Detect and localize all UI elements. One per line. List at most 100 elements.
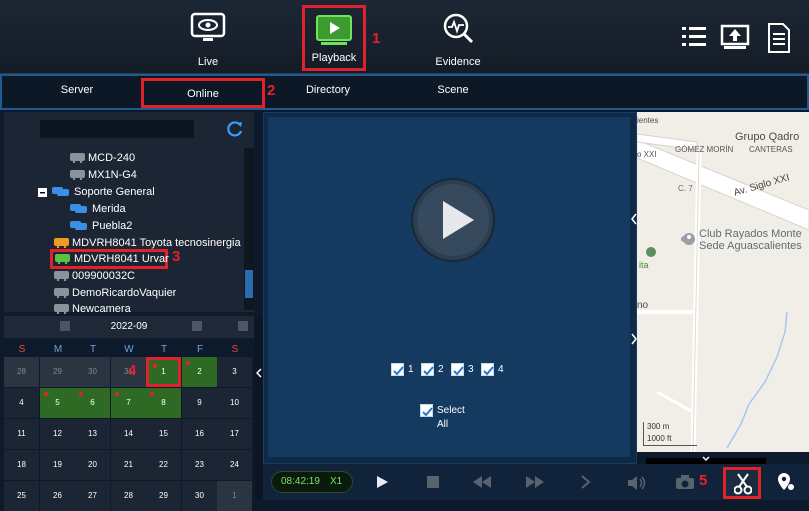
panel-divider[interactable]: [255, 316, 263, 500]
calendar-day[interactable]: 17: [217, 419, 252, 449]
camera-snapshot-icon[interactable]: [675, 474, 695, 490]
select-all-label: Select All: [437, 405, 465, 430]
calendar-day[interactable]: 21: [111, 450, 146, 480]
calendar-day[interactable]: 22: [146, 450, 181, 480]
calendar-day[interactable]: 28: [111, 481, 146, 511]
map-label: ientes: [637, 116, 659, 125]
calendar-day[interactable]: 1: [217, 481, 252, 511]
calendar-day[interactable]: 14: [111, 419, 146, 449]
map-panel[interactable]: ientes Grupo Qadro o XXI GÓMEZ MORÍN CAN…: [637, 112, 809, 452]
calendar-day[interactable]: 30: [75, 357, 110, 387]
calendar-day[interactable]: 11: [4, 419, 39, 449]
calendar-day[interactable]: 5: [40, 388, 75, 418]
next-month-icon[interactable]: [192, 321, 202, 331]
bus-gray-icon: [54, 271, 69, 281]
calendar-day[interactable]: 20: [75, 450, 110, 480]
calendar-day[interactable]: 26: [40, 481, 75, 511]
annotation-4: 4: [128, 362, 137, 379]
calendar-day[interactable]: 23: [182, 450, 217, 480]
playback-time-display: 08:42:19 X1: [271, 471, 353, 493]
map-label: GÓMEZ MORÍN: [675, 145, 734, 154]
clip-cut-button[interactable]: [723, 467, 761, 499]
calendar-day[interactable]: 24: [217, 450, 252, 480]
calendar-day[interactable]: 30: [182, 481, 217, 511]
tree-item-label: 009900032C: [72, 270, 136, 282]
tab-directory[interactable]: Directory: [273, 84, 383, 96]
evidence-search-icon: [443, 13, 474, 44]
collapse-minus-icon[interactable]: [38, 188, 47, 197]
calendar-day[interactable]: 10: [217, 388, 252, 418]
calendar-header: 2022-09: [4, 316, 254, 338]
calendar-day[interactable]: 13: [75, 419, 110, 449]
calendar-day-selected[interactable]: 1: [146, 357, 181, 387]
calendar-day-label: 1: [161, 367, 166, 376]
calendar-day[interactable]: 25: [4, 481, 39, 511]
play-icon[interactable]: [375, 475, 389, 489]
calendar-day[interactable]: 16: [182, 419, 217, 449]
rewind-icon[interactable]: [472, 475, 492, 489]
playback-speed: X1: [330, 476, 343, 487]
collapse-left-icon[interactable]: [256, 368, 262, 378]
bus-gray-icon: [54, 304, 69, 314]
calendar-day[interactable]: 29: [40, 357, 75, 387]
device-search-input[interactable]: [40, 120, 194, 138]
map-label: CANTERAS: [749, 145, 793, 154]
video-viewport[interactable]: 1 2 3 4 Select All: [268, 117, 630, 457]
tree-scrollbar[interactable]: [244, 148, 254, 310]
calendar-day[interactable]: 12: [40, 419, 75, 449]
channel-label: 3: [468, 364, 474, 375]
nav-playback-label: Playback: [311, 52, 357, 64]
calendar-day[interactable]: 8: [146, 388, 181, 418]
calendar-day[interactable]: 7: [111, 388, 146, 418]
refresh-icon[interactable]: [226, 120, 244, 138]
tree-item-label: MX1N-G4: [88, 169, 137, 181]
recording-dot: [150, 392, 154, 396]
annotation-2: 2: [267, 82, 276, 99]
tab-server[interactable]: Server: [22, 84, 132, 96]
next-year-icon[interactable]: [238, 321, 248, 331]
calendar-day[interactable]: 6: [75, 388, 110, 418]
nav-evidence-button[interactable]: Evidence: [426, 6, 490, 72]
calendar-day[interactable]: 9: [182, 388, 217, 418]
calendar-day[interactable]: 29: [146, 481, 181, 511]
upload-screen-icon[interactable]: [720, 24, 750, 52]
calendar-day[interactable]: 18: [4, 450, 39, 480]
nav-live-label: Live: [197, 56, 219, 68]
bus-group-blue-icon: [70, 221, 87, 230]
bus-gray-icon: [70, 170, 85, 180]
calendar-day[interactable]: 28: [4, 357, 39, 387]
play-icon[interactable]: [410, 177, 496, 263]
recording-dot: [115, 392, 119, 396]
calendar-day[interactable]: 15: [146, 419, 181, 449]
weekday-label: F: [196, 344, 204, 355]
tab-online[interactable]: Online: [141, 78, 265, 108]
calendar-day-label: 7: [126, 398, 131, 407]
map-scale-meters: 300 m: [647, 422, 670, 431]
channel-label: 2: [438, 364, 444, 375]
check-icon: [453, 366, 464, 376]
calendar-day-label: 8: [161, 398, 166, 407]
map-pin-settings-icon[interactable]: [777, 472, 795, 492]
sub-tab-bar: Server Online Directory Scene 2: [0, 74, 809, 110]
next-frame-icon[interactable]: [580, 475, 592, 489]
list-icon[interactable]: [680, 24, 708, 50]
map-label: Club Rayados Monte: [699, 228, 802, 240]
tab-scene[interactable]: Scene: [398, 84, 508, 96]
calendar-day[interactable]: 19: [40, 450, 75, 480]
tree-scroll-thumb[interactable]: [245, 270, 253, 298]
map-label: no: [637, 300, 649, 311]
calendar-day[interactable]: 4: [4, 388, 39, 418]
playback-monitor-icon: [316, 15, 352, 45]
nav-playback-button[interactable]: Playback: [302, 5, 366, 71]
volume-icon[interactable]: [627, 475, 647, 491]
fast-forward-icon[interactable]: [525, 475, 545, 489]
nav-live-button[interactable]: Live: [176, 6, 240, 72]
calendar-day[interactable]: 27: [75, 481, 110, 511]
stop-icon[interactable]: [426, 475, 440, 489]
document-icon[interactable]: [766, 22, 792, 54]
chevron-down-icon[interactable]: [702, 456, 710, 462]
map-label: C. 7: [678, 184, 693, 193]
calendar-day[interactable]: 3: [217, 357, 252, 387]
calendar-day[interactable]: 2: [182, 357, 217, 387]
tree-item-device-selected[interactable]: MDVRH8041 Urvar: [50, 249, 169, 269]
